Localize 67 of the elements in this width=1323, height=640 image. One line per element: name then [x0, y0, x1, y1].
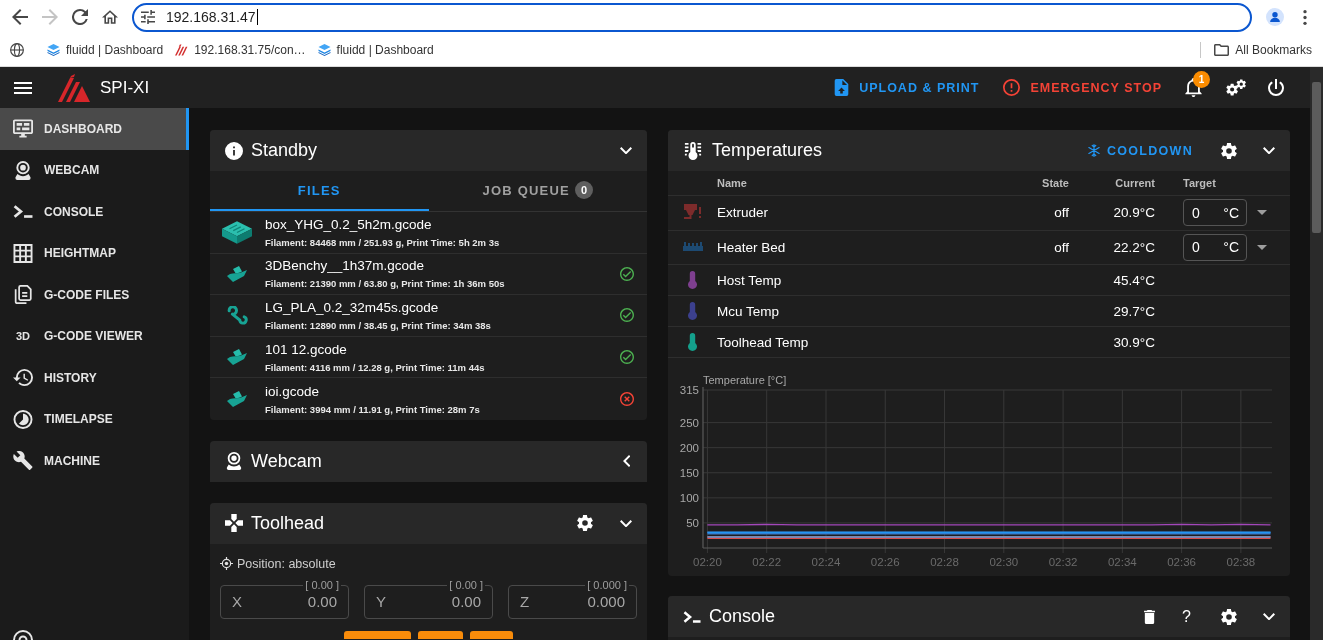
heater-state: off — [1054, 205, 1069, 221]
count-badge: 0 — [574, 181, 593, 199]
x-tick-label: 02:24 — [811, 556, 841, 568]
current-temperature: 20.9°C — [1113, 205, 1155, 221]
x-tick-label: 02:32 — [1048, 556, 1078, 568]
file-details: Filament: 84468 mm / 251.93 g, Print Time: 5h 2m 3s — [265, 235, 500, 249]
file-details: Filament: 12890 mm / 38.45 g, Print Time: 34m 38s — [265, 319, 491, 332]
x-tick-label: 02:26 — [870, 556, 900, 568]
unit-suffix: °C — [1223, 239, 1239, 256]
axis-value: 0.00 — [307, 593, 337, 611]
app-title: SPI-XI — [100, 77, 150, 98]
url-text: 192.168.31.47 — [166, 9, 256, 25]
target-value: 0 — [1192, 204, 1200, 221]
sensor-name: Toolhead Temp — [717, 334, 810, 350]
unit-suffix: °C — [1223, 204, 1239, 221]
card-title: Temperatures — [712, 140, 823, 161]
axis-title: Temperature [°C] — [703, 374, 787, 386]
requested-position: [ 0.00 ] — [303, 578, 341, 591]
y-tick-label: 315 — [679, 384, 699, 396]
x-tick-label: 02:36 — [1167, 556, 1196, 568]
y-tick-label: 100 — [679, 491, 699, 504]
file-name: ioi.gcode — [265, 382, 320, 400]
column-header: Name — [717, 177, 748, 189]
target-value: 0 — [1192, 239, 1200, 256]
notification-badge: 1 — [1193, 71, 1210, 88]
card-title: Console — [709, 606, 776, 627]
3d-glyph: 3D — [14, 330, 32, 343]
heater-state: off — [1054, 239, 1069, 255]
card-title: Standby — [251, 140, 318, 161]
file-name: box_YHG_0.2_5h2m.gcode — [265, 215, 432, 233]
requested-position: [ 0.000 ] — [585, 578, 629, 591]
x-tick-label: 02:34 — [1107, 556, 1137, 568]
y-tick-label: 50 — [686, 516, 699, 529]
x-tick-label: 02:30 — [989, 556, 1019, 568]
current-temperature: 29.7°C — [1113, 303, 1155, 319]
card-title: Toolhead — [251, 512, 325, 534]
axis-value: 0.000 — [587, 593, 625, 611]
file-name: 101 12.gcode — [265, 340, 347, 358]
requested-position: [ 0.00 ] — [447, 578, 485, 591]
file-name: 3DBenchy__1h37m.gcode — [265, 257, 425, 275]
y-tick-label: 200 — [679, 441, 699, 454]
column-header: Current — [1115, 177, 1155, 189]
x-tick-label: 02:28 — [930, 556, 959, 568]
file-details: Filament: 21390 mm / 63.80 g, Print Time: 1h 36m 50s — [265, 277, 505, 291]
y-tick-label: 250 — [679, 416, 699, 429]
position-mode: Position: absolute — [237, 556, 336, 571]
y-tick-label: 150 — [679, 466, 699, 479]
file-details: Filament: 3994 mm / 11.91 g, Print Time: 28m 7s — [265, 402, 480, 416]
column-header: State — [1042, 177, 1069, 189]
file-details: Filament: 4116 mm / 12.28 g, Print Time: 11m 44s — [265, 360, 485, 374]
sensor-name: Host Temp — [717, 272, 783, 288]
x-tick-label: 02:22 — [752, 556, 782, 568]
sensor-name: Heater Bed — [717, 239, 787, 255]
x-tick-label: 02:38 — [1226, 556, 1256, 568]
axis-label: X — [232, 593, 242, 611]
card-title: Webcam — [251, 450, 322, 472]
sensor-name: Extruder — [717, 205, 770, 221]
axis-label: Y — [376, 593, 386, 611]
current-temperature: 30.9°C — [1113, 334, 1155, 350]
axis-label: Z — [520, 593, 530, 611]
axis-value: 0.00 — [451, 593, 481, 611]
sensor-name: Mcu Temp — [717, 303, 781, 319]
file-name: LG_PLA_0.2_32m45s.gcode — [265, 299, 439, 316]
x-tick-label: 02:20 — [693, 556, 722, 568]
column-header: Target — [1182, 177, 1217, 189]
current-temperature: 22.2°C — [1113, 239, 1155, 255]
current-temperature: 45.4°C — [1113, 272, 1155, 288]
